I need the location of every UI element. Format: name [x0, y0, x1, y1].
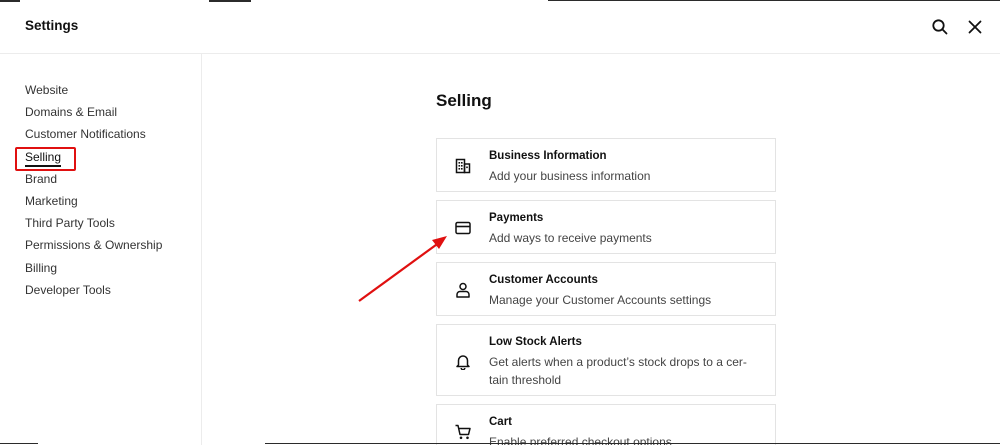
sidebar-item-website[interactable]: Website — [25, 81, 162, 103]
sidebar-item-customer-notifications[interactable]: Customer Notifications — [25, 125, 162, 147]
card-title: Customer Accounts — [489, 274, 598, 286]
card-description: Get alerts when a product’s stock drops … — [489, 355, 747, 387]
sidebar-item-label: Customer Notifications — [25, 127, 146, 142]
card-description: Add your business information — [489, 169, 651, 183]
cart-icon — [454, 423, 472, 441]
bottom-strip-segment — [0, 443, 38, 444]
sidebar-item-third-party-tools[interactable]: Third Party Tools — [25, 214, 162, 236]
sidebar-item-developer-tools[interactable]: Developer Tools — [25, 281, 162, 303]
credit-card-icon — [454, 219, 472, 237]
card-description: Add ways to receive payments — [489, 231, 652, 245]
sidebar-item-label: Permissions & Ownership — [25, 238, 163, 253]
selling-highlight-box — [15, 147, 76, 171]
sidebar-item-label: Billing — [25, 260, 58, 275]
sidebar-item-domains-email[interactable]: Domains & Email — [25, 103, 162, 125]
settings-header: Settings — [0, 0, 1000, 54]
card-payments[interactable]: Payments Add ways to receive payments — [436, 200, 776, 254]
card-customer-accounts[interactable]: Customer Accounts Manage your Customer A… — [436, 262, 776, 316]
card-low-stock-alerts[interactable]: Low Stock Alerts Get alerts when a produ… — [436, 324, 776, 396]
bell-icon — [454, 352, 472, 371]
sidebar-item-label: Marketing — [25, 193, 78, 208]
sidebar-item-permissions-ownership[interactable]: Permissions & Ownership — [25, 236, 162, 258]
building-icon — [454, 157, 472, 175]
card-description: Manage your Customer Accounts settings — [489, 293, 712, 307]
sidebar-item-label: Domains & Email — [25, 105, 118, 120]
sidebar-item-brand[interactable]: Brand — [25, 170, 162, 192]
sidebar-nav: Website Domains & Email Customer Notific… — [25, 81, 162, 303]
sidebar-item-marketing[interactable]: Marketing — [25, 192, 162, 214]
settings-sidebar: Website Domains & Email Customer Notific… — [0, 54, 202, 445]
sidebar-item-label: Third Party Tools — [25, 216, 115, 231]
sidebar-item-label: Developer Tools — [25, 282, 111, 297]
card-title: Cart — [489, 416, 513, 428]
card-title: Business Information — [489, 150, 607, 162]
section-title: Selling — [436, 91, 492, 110]
sidebar-item-billing[interactable]: Billing — [25, 259, 162, 281]
card-business-information[interactable]: Business Information Add your business i… — [436, 138, 776, 192]
close-icon[interactable] — [965, 17, 985, 37]
sidebar-item-label: Website — [25, 83, 69, 97]
card-title: Payments — [489, 212, 544, 224]
sidebar-item-label: Brand — [25, 171, 58, 186]
person-icon — [454, 281, 472, 299]
page-title: Settings — [25, 18, 79, 33]
card-title: Low Stock Alerts — [489, 336, 582, 348]
card-cart[interactable]: Cart Enable preferred checkout options — [436, 404, 776, 445]
search-icon[interactable] — [930, 17, 950, 37]
bottom-strip-segment — [265, 443, 1000, 444]
